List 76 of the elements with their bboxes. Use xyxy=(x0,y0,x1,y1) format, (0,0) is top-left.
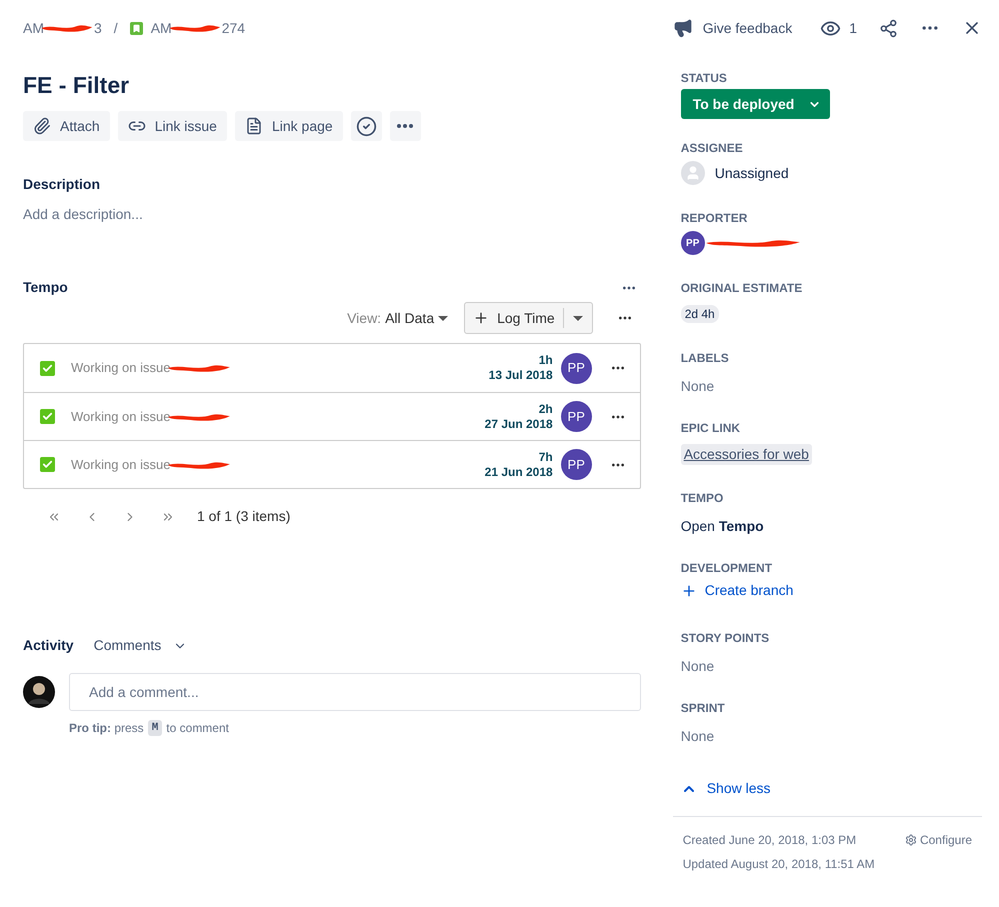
created-date: Created June 20, 2018, 1:03 PM xyxy=(682,832,858,849)
status-dropdown[interactable]: To be deployed xyxy=(680,89,830,119)
tempo-link[interactable]: Open Tempo xyxy=(680,516,982,537)
activity-heading: Activity xyxy=(23,636,74,655)
pro-tip: Pro tip: press xyxy=(69,720,144,737)
avatar-icon xyxy=(23,676,55,708)
watch-button[interactable]: 1 xyxy=(820,18,857,38)
field-label: SPRINT xyxy=(680,700,726,716)
worklog-date: 21 Jun 2018 xyxy=(484,464,553,480)
description-field[interactable]: Add a description... xyxy=(23,204,641,225)
paperclip-icon xyxy=(33,117,51,135)
worklog-date: 13 Jul 2018 xyxy=(488,368,553,383)
breadcrumb-link[interactable]: AM 274 xyxy=(150,18,246,38)
field-label: LABELS xyxy=(680,350,730,366)
document-icon xyxy=(244,117,263,135)
tempo-heading: Tempo xyxy=(23,278,68,297)
breadcrumb-separator: / xyxy=(114,18,118,38)
pro-tip-end: to comment xyxy=(166,720,229,737)
worklog-row[interactable]: Working on issue 7h 21 Jun 2018 PP xyxy=(24,440,640,488)
more-button[interactable] xyxy=(390,111,421,141)
worklog-hours: 1h xyxy=(538,353,553,368)
field-label: EPIC LINK xyxy=(680,420,742,436)
checkbox[interactable] xyxy=(40,409,55,424)
updated-date: Updated August 20, 2018, 11:51 AM xyxy=(682,856,875,873)
user-avatar: PP xyxy=(560,449,592,480)
field-label: STORY POINTS xyxy=(680,630,770,646)
assignee-value[interactable]: Unassigned xyxy=(714,162,789,184)
configure-button[interactable]: Configure xyxy=(904,831,982,849)
worklog-description: Working on issue xyxy=(71,408,170,426)
worklog-hours: 7h xyxy=(538,450,553,464)
toolbar-button[interactable]: Link page xyxy=(234,111,343,141)
user-avatar: PP xyxy=(680,231,705,255)
field-label: ASSIGNEE xyxy=(680,140,744,156)
worklog-description: Working on issue xyxy=(71,456,170,474)
comments-dropdown[interactable]: Comments xyxy=(94,635,188,656)
worklog-row[interactable]: Working on issue 1h 13 Jul 2018 PP xyxy=(24,344,640,392)
checkbox[interactable] xyxy=(40,457,55,472)
field-label: STATUS xyxy=(680,70,728,86)
field-value: None xyxy=(680,727,716,746)
user-avatar-icon xyxy=(680,161,705,185)
field-value: None xyxy=(680,377,716,396)
show-less-button[interactable]: Show less xyxy=(680,778,982,799)
comment-field[interactable]: Add a comment... xyxy=(69,673,641,711)
worklog-date: 27 Jun 2018 xyxy=(484,416,553,432)
more-icon xyxy=(397,124,414,128)
worklog-description: Working on issue xyxy=(71,359,170,378)
estimate-chip: 2d 4h xyxy=(680,305,719,323)
megaphone-icon xyxy=(672,18,693,38)
toolbar-button[interactable]: Link issue xyxy=(118,111,227,141)
field-value: None xyxy=(680,657,716,676)
description-heading: Description xyxy=(23,175,102,194)
field-label: ORIGINAL ESTIMATE xyxy=(680,280,804,296)
check-circle-icon xyxy=(356,116,377,136)
worklog-hours: 2h xyxy=(538,402,553,416)
epic-link[interactable]: Accessories for web xyxy=(680,444,812,465)
field-label: TEMPO xyxy=(680,490,724,506)
shortcut-key: M xyxy=(148,720,162,736)
checkbox[interactable] xyxy=(40,360,55,376)
share-icon[interactable] xyxy=(879,18,898,38)
log-time-button[interactable]: Log Time xyxy=(464,302,593,334)
user-avatar: PP xyxy=(560,401,592,432)
create-branch-button[interactable]: Create branch xyxy=(680,580,982,601)
plus-icon xyxy=(680,582,697,598)
toolbar-button[interactable]: Attach xyxy=(23,111,110,141)
gear-icon xyxy=(904,834,917,846)
user-avatar: PP xyxy=(560,352,592,384)
breadcrumb-link[interactable]: AM 3 xyxy=(23,18,102,38)
field-label: DEVELOPMENT xyxy=(680,560,774,576)
view-dropdown[interactable]: All Data xyxy=(385,308,448,328)
worklog-row[interactable]: Working on issue 2h 27 Jun 2018 PP xyxy=(24,392,640,440)
issue-title: FE - Filter xyxy=(23,71,130,99)
give-feedback-button[interactable]: Give feedback xyxy=(672,18,792,38)
field-label: REPORTER xyxy=(680,210,748,226)
check-button[interactable] xyxy=(350,111,382,141)
view-label: View: xyxy=(347,308,382,328)
pagination-text: 1 of 1 (3 items) xyxy=(197,507,290,526)
